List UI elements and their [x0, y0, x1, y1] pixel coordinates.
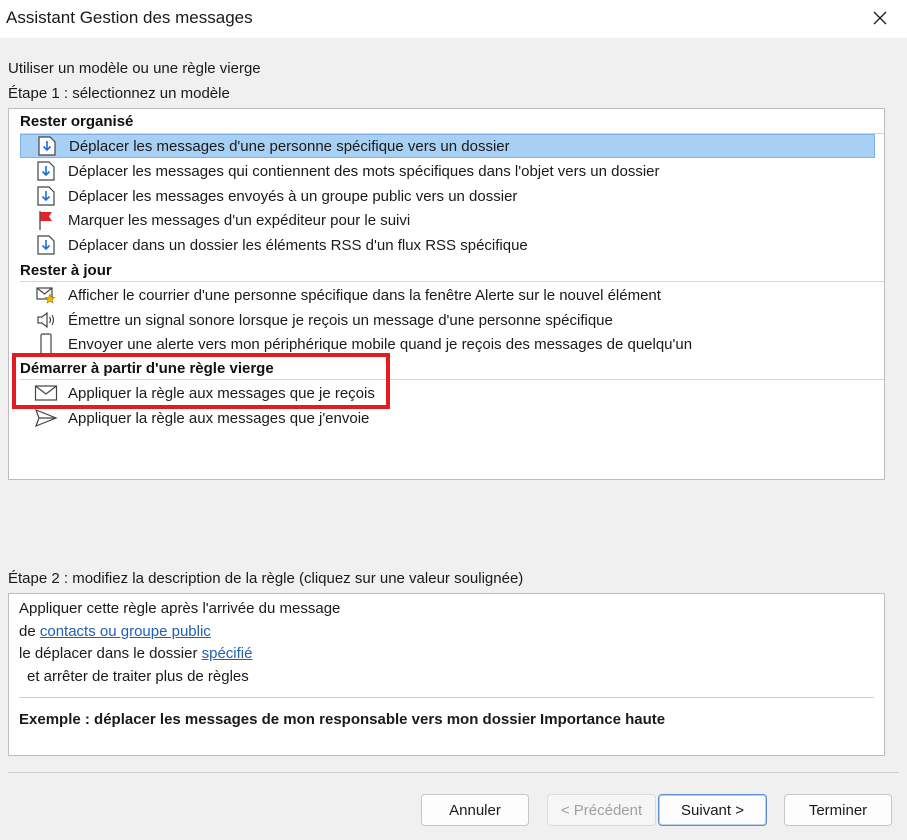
description-line: le déplacer dans le dossier spécifié — [19, 645, 252, 662]
step2-label: Étape 2 : modifiez la description de la … — [8, 570, 524, 587]
contacts-link[interactable]: contacts ou groupe public — [40, 623, 211, 640]
template-item-move-from-person[interactable]: Déplacer les messages d'une personne spé… — [20, 134, 875, 158]
next-button[interactable]: Suivant > — [658, 794, 767, 826]
move-to-folder-icon — [34, 185, 58, 207]
mail-star-alert-icon — [34, 284, 58, 306]
template-item-play-sound[interactable]: Émettre un signal sonore lorsque je reço… — [20, 308, 875, 332]
template-item-label: Appliquer la règle aux messages que j'en… — [68, 409, 370, 427]
section-header-organise: Rester organisé — [20, 113, 134, 130]
template-item-alert-window[interactable]: Afficher le courrier d'une personne spéc… — [20, 283, 875, 307]
template-item-apply-received[interactable]: Appliquer la règle aux messages que je r… — [20, 381, 875, 405]
template-item-label: Déplacer les messages envoyés à un group… — [68, 187, 518, 205]
description-text: de — [19, 623, 40, 640]
move-to-folder-icon — [34, 160, 58, 182]
description-divider — [19, 697, 874, 698]
template-item-apply-sent[interactable]: Appliquer la règle aux messages que j'en… — [20, 406, 875, 430]
description-text: le déplacer dans le dossier — [19, 645, 202, 662]
template-item-label: Afficher le courrier d'une personne spéc… — [68, 286, 661, 304]
section-divider — [20, 281, 884, 282]
intro-text: Utiliser un modèle ou une règle vierge — [8, 60, 261, 77]
send-icon — [34, 407, 58, 429]
section-header-ajour: Rester à jour — [20, 262, 112, 279]
template-item-label: Envoyer une alerte vers mon périphérique… — [68, 335, 693, 353]
template-item-label: Déplacer dans un dossier les éléments RS… — [68, 236, 528, 254]
template-item-move-by-subject[interactable]: Déplacer les messages qui contiennent de… — [20, 159, 875, 183]
window-title: Assistant Gestion des messages — [6, 8, 253, 27]
template-item-label: Appliquer la règle aux messages que je r… — [68, 384, 375, 402]
close-button[interactable] — [865, 4, 895, 32]
red-flag-icon — [34, 209, 58, 231]
cancel-button[interactable]: Annuler — [421, 794, 529, 826]
template-item-label: Marquer les messages d'un expéditeur pou… — [68, 211, 411, 229]
move-to-folder-icon — [34, 234, 58, 256]
mobile-phone-icon — [34, 333, 58, 355]
folder-link[interactable]: spécifié — [202, 645, 253, 662]
finish-button[interactable]: Terminer — [784, 794, 892, 826]
template-list[interactable]: Rester organisé Déplacer les messages d'… — [8, 108, 885, 480]
description-line: Appliquer cette règle après l'arrivée du… — [19, 600, 341, 617]
speaker-icon — [34, 309, 58, 331]
example-text: Exemple : déplacer les messages de mon r… — [19, 711, 666, 728]
template-item-move-public-group[interactable]: Déplacer les messages envoyés à un group… — [20, 184, 875, 208]
section-header-vierge: Démarrer à partir d'une règle vierge — [20, 360, 274, 377]
template-item-label: Déplacer les messages qui contiennent de… — [68, 162, 660, 180]
description-line: de contacts ou groupe public — [19, 623, 211, 640]
description-line: et arrêter de traiter plus de règles — [27, 668, 249, 685]
template-item-mobile-alert[interactable]: Envoyer une alerte vers mon périphérique… — [20, 332, 875, 356]
template-item-label: Émettre un signal sonore lorsque je reço… — [68, 311, 613, 329]
step1-label: Étape 1 : sélectionnez un modèle — [8, 85, 230, 102]
template-item-label: Déplacer les messages d'une personne spé… — [69, 137, 510, 155]
previous-button[interactable]: < Précédent — [547, 794, 656, 826]
rule-description-box: Appliquer cette règle après l'arrivée du… — [8, 593, 885, 756]
move-to-folder-icon — [35, 135, 59, 157]
template-item-flag-sender[interactable]: Marquer les messages d'un expéditeur pou… — [20, 208, 875, 232]
section-divider — [20, 379, 884, 380]
template-item-move-rss[interactable]: Déplacer dans un dossier les éléments RS… — [20, 233, 875, 257]
close-icon — [873, 11, 887, 25]
title-bar: Assistant Gestion des messages — [0, 0, 907, 38]
footer-divider — [8, 772, 899, 773]
envelope-icon — [34, 382, 58, 404]
